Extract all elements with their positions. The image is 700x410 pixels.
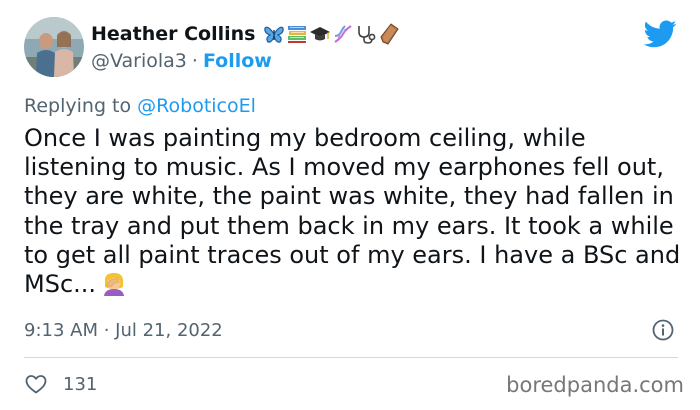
author-handle-row: @Variola3 · Follow xyxy=(91,50,272,72)
stethoscope-icon xyxy=(355,23,377,45)
follow-button[interactable]: Follow xyxy=(203,50,272,72)
coffin-icon xyxy=(378,23,400,45)
graduation-cap-icon xyxy=(309,23,331,45)
replying-to-label: Replying to xyxy=(24,95,132,117)
author-name-emojis xyxy=(263,23,400,45)
dna-icon xyxy=(332,23,354,45)
avatar[interactable] xyxy=(24,17,84,77)
author-name[interactable]: Heather Collins xyxy=(91,23,255,45)
twitter-bird-icon[interactable] xyxy=(643,17,677,50)
replying-to: Replying to @RoboticoEl xyxy=(24,95,256,117)
butterfly-icon xyxy=(263,23,285,45)
woman-facepalming-icon xyxy=(102,272,126,297)
info-icon[interactable] xyxy=(651,318,675,342)
tweet-text: Once I was painting my bedroom ceiling, … xyxy=(24,124,689,299)
like-count: 131 xyxy=(63,373,98,395)
separator-dot: · xyxy=(191,50,198,72)
boredpanda-watermark: boredpanda.com xyxy=(506,373,684,397)
heart-icon[interactable] xyxy=(24,372,48,396)
like-action[interactable]: 131 xyxy=(24,372,97,396)
tweet-timestamp[interactable]: 9:13 AM · Jul 21, 2022 xyxy=(24,320,223,341)
reply-mention-link[interactable]: @RoboticoEl xyxy=(137,95,256,117)
author-handle[interactable]: @Variola3 xyxy=(91,50,187,72)
books-icon xyxy=(286,23,308,45)
divider xyxy=(24,357,678,358)
author-name-row: Heather Collins xyxy=(91,20,400,48)
